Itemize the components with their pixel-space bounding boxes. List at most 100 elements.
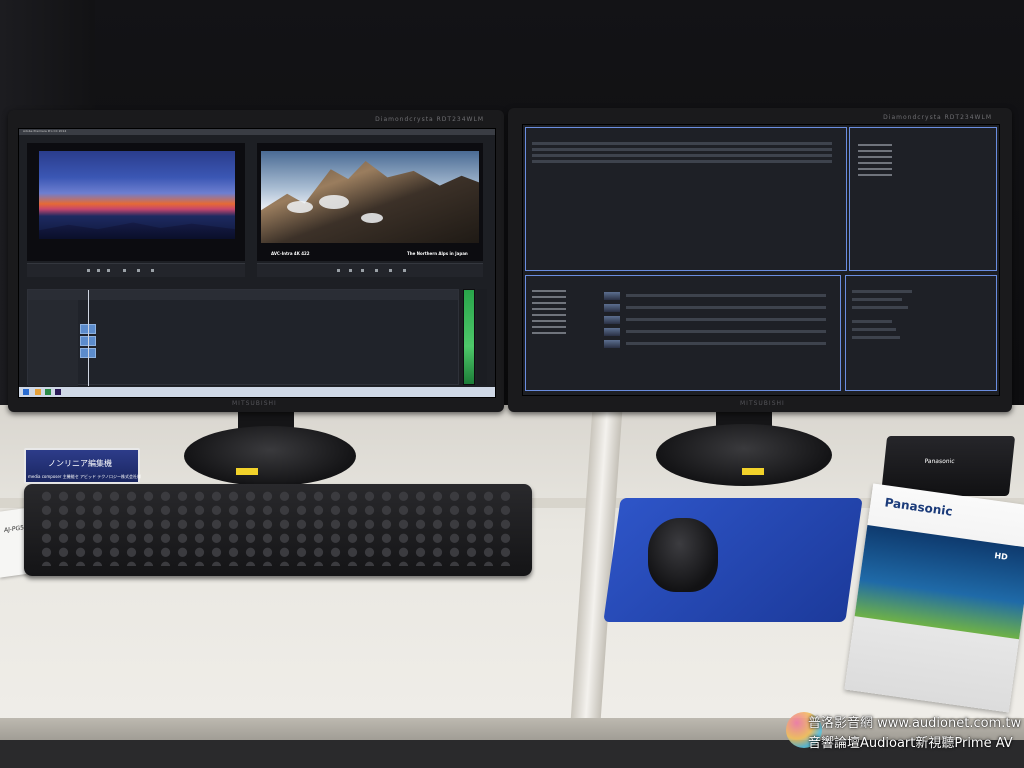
right-screen	[522, 124, 1000, 396]
media-folder[interactable]	[532, 308, 566, 310]
photo-scene: Diamondcrysta RDT234WLM Adobe Premiere P…	[0, 0, 1024, 768]
step-icon[interactable]	[97, 269, 100, 272]
keyboard-keys[interactable]	[38, 490, 516, 566]
play-icon[interactable]	[87, 269, 90, 272]
watermark: 普洛影音網 www.audionet.com.tw 音響論壇Audioart新視…	[786, 706, 1024, 762]
left-monitor: Diamondcrysta RDT234WLM Adobe Premiere P…	[8, 110, 504, 412]
sign-subtitle: media composer 主機能セ アビッド テクノロジー株式会社様	[28, 474, 142, 479]
step-icon[interactable]	[107, 269, 110, 272]
clip-thumbnail[interactable]	[604, 292, 620, 300]
premiere-title-bar: Adobe Premiere Pro CC 2014	[19, 129, 495, 135]
brochure-badge: HD	[993, 551, 1009, 562]
effects-folder[interactable]	[858, 174, 892, 176]
mouse[interactable]	[648, 518, 718, 592]
media-folder[interactable]	[532, 290, 566, 292]
info-row	[852, 298, 902, 301]
brochure-photo	[854, 525, 1024, 640]
media-folder[interactable]	[532, 326, 566, 328]
clip-row[interactable]	[626, 330, 826, 333]
program-overlay-left: AVC-Intra 4K 422	[271, 251, 310, 256]
effects-folder[interactable]	[858, 150, 892, 152]
effects-folder[interactable]	[858, 144, 892, 146]
panasonic-brochure: Panasonic HD	[844, 483, 1024, 713]
mark-icon[interactable]	[137, 269, 140, 272]
mark-icon[interactable]	[123, 269, 126, 272]
media-folder[interactable]	[532, 314, 566, 316]
clip-row[interactable]	[626, 294, 826, 297]
export-icon[interactable]	[403, 269, 406, 272]
info-row	[852, 328, 896, 331]
premiere-title: Adobe Premiere Pro CC 2014	[23, 129, 67, 133]
effects-folder[interactable]	[858, 162, 892, 164]
step-icon[interactable]	[349, 269, 352, 272]
premiere-icon[interactable]	[55, 389, 61, 395]
cloud	[319, 195, 349, 209]
clip-thumbnail[interactable]	[604, 316, 620, 324]
right-monitor-model: Diamondcrysta RDT234WLM	[883, 114, 992, 121]
capture-device-brand: Panasonic	[924, 458, 955, 465]
effects-folder[interactable]	[858, 168, 892, 170]
left-monitor-brand: MITSUBISHI	[232, 400, 277, 407]
step-icon[interactable]	[361, 269, 364, 272]
product-sign: ノンリニア編集機 media composer 主機能セ アビッド テクノロジー…	[24, 448, 142, 484]
program-monitor: AVC-Intra 4K 422 The Northern Alps in Ja…	[257, 143, 483, 261]
timeline-panel[interactable]	[27, 289, 459, 386]
right-monitor-brand: MITSUBISHI	[740, 400, 785, 407]
left-monitor-base	[184, 426, 356, 486]
info-row	[852, 336, 900, 339]
insert-icon[interactable]	[151, 269, 154, 272]
audio-meter-right	[477, 289, 487, 385]
keyboard[interactable]	[24, 484, 532, 576]
project-panel[interactable]	[525, 127, 847, 271]
track-headers	[28, 300, 78, 386]
clip-row[interactable]	[626, 318, 826, 321]
effects-panel[interactable]	[849, 127, 997, 271]
start-icon[interactable]	[23, 389, 29, 395]
media-folder[interactable]	[532, 302, 566, 304]
media-folder[interactable]	[532, 332, 566, 334]
media-browser-panel[interactable]	[525, 275, 841, 391]
left-base-label	[236, 468, 258, 475]
info-panel[interactable]	[845, 275, 997, 391]
brochure-brand: Panasonic	[883, 495, 954, 519]
windows-taskbar	[19, 387, 495, 397]
timeline-ruler[interactable]	[28, 290, 458, 300]
left-screen: Adobe Premiere Pro CC 2014 AVC-Intra 4K …	[18, 128, 496, 398]
cloud	[361, 213, 383, 223]
media-folder[interactable]	[532, 296, 566, 298]
effects-folder[interactable]	[858, 156, 892, 158]
source-transport-bar	[27, 263, 245, 277]
clip-row[interactable]	[626, 306, 826, 309]
clip-row[interactable]	[626, 342, 826, 345]
program-transport-bar	[257, 263, 483, 277]
app-icon[interactable]	[35, 389, 41, 395]
media-folder[interactable]	[532, 320, 566, 322]
left-monitor-model: Diamondcrysta RDT234WLM	[375, 116, 484, 123]
project-row[interactable]	[532, 142, 832, 145]
lift-icon[interactable]	[375, 269, 378, 272]
right-monitor-base	[656, 424, 832, 486]
extract-icon[interactable]	[389, 269, 392, 272]
app-icon[interactable]	[45, 389, 51, 395]
info-row	[852, 290, 912, 293]
program-overlay-right: The Northern Alps in Japan	[407, 251, 468, 256]
project-row[interactable]	[532, 148, 832, 151]
source-monitor	[27, 143, 245, 261]
mouse-pad	[603, 498, 863, 622]
cloud	[287, 201, 313, 213]
clip-thumbnail[interactable]	[604, 304, 620, 312]
watermark-line-2: 音響論壇Audioart新視聽Prime AV	[808, 736, 1013, 751]
watermark-line-1: 普洛影音網 www.audionet.com.tw	[808, 716, 1022, 731]
right-monitor: Diamondcrysta RDT234WLM MITSUBISHI	[508, 108, 1012, 412]
clip-thumbnail[interactable]	[604, 328, 620, 336]
info-row	[852, 320, 892, 323]
right-base-label	[742, 468, 764, 475]
audio-meter	[463, 289, 475, 385]
project-row[interactable]	[532, 160, 832, 163]
sign-title: ノンリニア編集機	[48, 459, 112, 468]
play-icon[interactable]	[337, 269, 340, 272]
project-row[interactable]	[532, 154, 832, 157]
info-row	[852, 306, 908, 309]
clip-thumbnail[interactable]	[604, 340, 620, 348]
playhead[interactable]	[88, 290, 89, 386]
